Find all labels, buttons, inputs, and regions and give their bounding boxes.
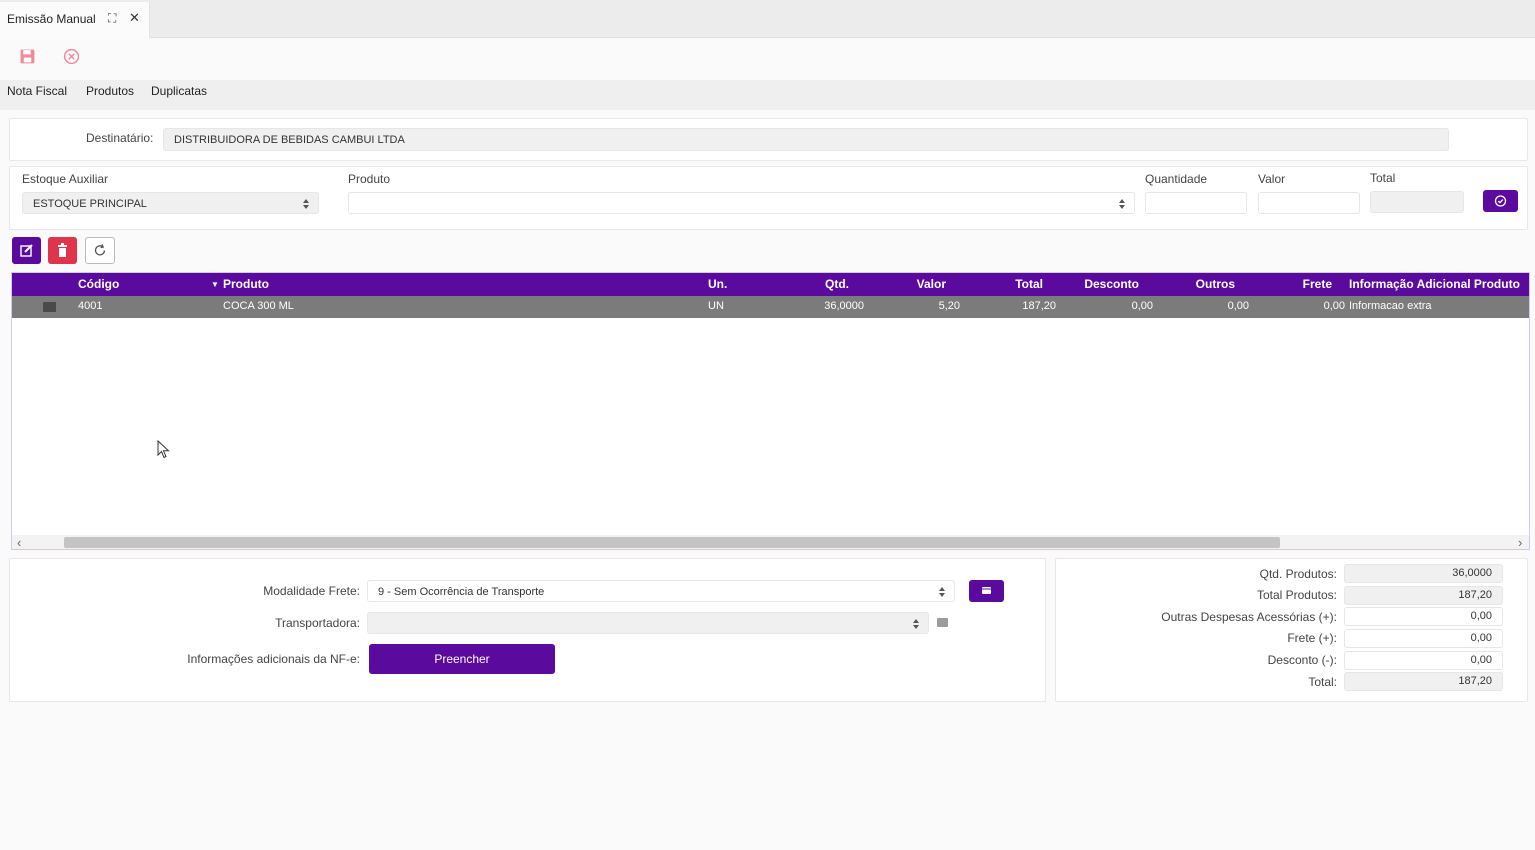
total-field <box>1370 191 1464 213</box>
destinatario-field[interactable]: DISTRIBUIDORA DE BEBIDAS CAMBUI LTDA <box>163 128 1449 151</box>
desconto-total-input[interactable]: 0,00 <box>1344 651 1503 670</box>
tab-title: Emissão Manual <box>7 12 96 26</box>
col-header-desconto[interactable]: Desconto <box>1070 277 1139 291</box>
select-arrows-icon <box>303 198 309 210</box>
col-header-outros[interactable]: Outros <box>1180 277 1235 291</box>
outras-despesas-input[interactable]: 0,00 <box>1344 607 1503 626</box>
col-header-produto[interactable]: Produto <box>223 277 269 291</box>
scrollbar-thumb[interactable] <box>64 537 1280 548</box>
scroll-left-icon[interactable]: ‹ <box>17 535 21 550</box>
tab-nota-fiscal[interactable]: Nota Fiscal <box>7 84 67 98</box>
modalidade-frete-label: Modalidade Frete: <box>263 584 360 598</box>
estoque-select[interactable]: ESTOQUE PRINCIPAL <box>22 192 319 214</box>
total-label: Total <box>1370 171 1396 185</box>
cancel-icon[interactable] <box>63 48 80 65</box>
col-header-valor[interactable]: Valor <box>900 277 946 291</box>
produto-select[interactable] <box>348 192 1135 214</box>
cell-un: UN <box>708 300 724 312</box>
info-adicionais-label: Informações adicionais da NF-e: <box>187 652 360 666</box>
edit-icon <box>20 244 33 257</box>
col-header-total[interactable]: Total <box>1000 277 1043 291</box>
cell-outros: 0,00 <box>1227 300 1249 312</box>
quantidade-label: Quantidade <box>1145 172 1208 186</box>
outras-despesas-label: Outras Despesas Acessórias (+): <box>1161 610 1337 624</box>
col-header-codigo[interactable]: Código <box>78 277 119 291</box>
refresh-button[interactable] <box>85 237 115 264</box>
row-select-icon[interactable] <box>43 302 56 312</box>
total-produtos-label: Total Produtos: <box>1256 588 1337 602</box>
tab-produtos[interactable]: Produtos <box>86 84 134 98</box>
tab-bar <box>0 0 1535 38</box>
cell-total: 187,20 <box>1022 300 1056 312</box>
transportadora-card-icon[interactable] <box>937 618 948 627</box>
estoque-select-value: ESTOQUE PRINCIPAL <box>33 198 147 210</box>
desconto-total-label: Desconto (-): <box>1267 653 1337 667</box>
valor-label: Valor <box>1258 172 1286 186</box>
cell-desconto: 0,00 <box>1131 300 1153 312</box>
close-icon[interactable]: ✕ <box>129 10 140 26</box>
cell-codigo: 4001 <box>78 300 103 312</box>
estoque-label: Estoque Auxiliar <box>22 172 109 186</box>
qtd-produtos-field: 36,0000 <box>1344 564 1503 583</box>
col-header-info[interactable]: Informação Adicional Produto <box>1349 277 1520 291</box>
modalidade-frete-value: 9 - Sem Ocorrência de Transporte <box>378 586 545 598</box>
select-arrows-icon <box>1119 198 1125 210</box>
trash-icon <box>58 243 67 257</box>
destinatario-label: Destinatário: <box>86 131 154 145</box>
maximize-icon[interactable]: ⛶ <box>108 11 116 26</box>
cell-valor: 5,20 <box>938 300 960 312</box>
qtd-produtos-label: Qtd. Produtos: <box>1259 567 1337 581</box>
check-circle-icon <box>1494 195 1507 207</box>
refresh-icon <box>94 244 106 256</box>
frete-options-button[interactable] <box>969 580 1004 602</box>
select-arrows-icon <box>939 586 945 598</box>
select-arrows-icon <box>913 618 919 630</box>
sort-desc-icon[interactable]: ▼ <box>211 280 219 289</box>
save-icon[interactable] <box>19 48 36 65</box>
col-header-un[interactable]: Un. <box>708 277 727 291</box>
mouse-cursor-icon <box>157 440 170 459</box>
preencher-button[interactable]: Preencher <box>369 644 555 674</box>
toolbar <box>0 38 1535 80</box>
modalidade-frete-select[interactable]: 9 - Sem Ocorrência de Transporte <box>367 580 955 602</box>
cell-produto: COCA 300 ML <box>223 300 294 312</box>
valor-input[interactable] <box>1258 192 1360 214</box>
delete-button[interactable] <box>48 237 77 264</box>
card-icon <box>982 587 991 594</box>
col-header-qtd[interactable]: Qtd. <box>800 277 849 291</box>
scroll-right-icon[interactable]: › <box>1518 535 1522 550</box>
produto-label: Produto <box>348 172 391 186</box>
col-header-frete[interactable]: Frete <box>1290 277 1332 291</box>
transportadora-select[interactable] <box>367 612 929 634</box>
cell-info: Informacao extra <box>1349 300 1432 312</box>
total-produtos-field: 187,20 <box>1344 586 1503 605</box>
cell-frete: 0,00 <box>1323 300 1345 312</box>
edit-button[interactable] <box>12 237 41 264</box>
transportadora-label: Transportadora: <box>275 616 360 630</box>
grand-total-field: 187,20 <box>1344 672 1503 691</box>
sub-tab-bar <box>0 80 1535 110</box>
quantidade-input[interactable] <box>1145 192 1247 214</box>
frete-total-input[interactable]: 0,00 <box>1344 629 1503 648</box>
confirm-add-button[interactable] <box>1483 190 1518 212</box>
frete-total-label: Frete (+): <box>1287 631 1337 645</box>
grand-total-label: Total: <box>1308 675 1337 689</box>
cell-qtd: 36,0000 <box>824 300 864 312</box>
tab-duplicatas[interactable]: Duplicatas <box>151 84 207 98</box>
